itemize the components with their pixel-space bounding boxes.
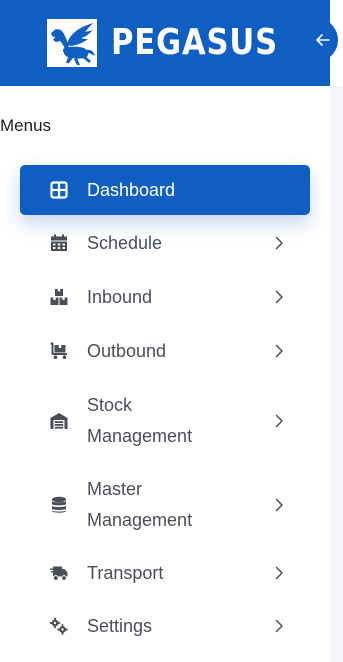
- sidebar-item-dashboard[interactable]: Dashboard: [20, 165, 310, 215]
- sidebar-item-label: Master: [87, 479, 143, 499]
- chevron-right-icon: [272, 498, 286, 512]
- boxes-icon: [50, 288, 68, 306]
- main-content-edge: [330, 86, 343, 662]
- database-icon: [50, 496, 68, 514]
- chevron-right-icon: [272, 619, 286, 633]
- cart-flatbed-icon: [50, 342, 68, 360]
- sidebar-item-label: Dashboard: [87, 180, 176, 200]
- arrow-left-icon: [316, 34, 330, 46]
- sidebar-item-label: Outbound: [87, 341, 167, 361]
- sidebar-item-transport[interactable]: Transport: [20, 558, 310, 588]
- dashboard-grid-icon: [50, 181, 68, 199]
- collapse-sidebar-button[interactable]: [306, 18, 338, 62]
- chevron-right-icon: [272, 236, 286, 250]
- pegasus-logo-icon: [47, 19, 97, 67]
- sidebar-item-label-line-2: Management: [87, 426, 193, 446]
- warehouse-icon: [50, 412, 68, 430]
- sidebar-item-label: Stock: [87, 395, 133, 415]
- sidebar-item-label: Transport: [87, 563, 164, 583]
- chevron-right-icon: [272, 290, 286, 304]
- sidebar-header: PEGASUS: [0, 0, 338, 86]
- sidebar-item-stock-management[interactable]: Stock Management: [20, 388, 310, 454]
- menus-section-title: Menus: [0, 116, 52, 135]
- sidebar-nav: Menus Dashboard Schedule Inbound Outboun…: [0, 86, 330, 662]
- gears-icon: [50, 617, 68, 635]
- sidebar-item-outbound[interactable]: Outbound: [20, 336, 310, 366]
- sidebar-item-master-management[interactable]: Master Management: [20, 472, 310, 538]
- brand-logo[interactable]: PEGASUS: [47, 18, 307, 68]
- sidebar-item-settings[interactable]: Settings: [20, 611, 310, 641]
- sidebar-item-label: Settings: [87, 616, 153, 636]
- sidebar-item-schedule[interactable]: Schedule: [20, 228, 310, 258]
- sidebar-item-inbound[interactable]: Inbound: [20, 282, 310, 312]
- app-page: PEGASUS Menus Dashboard Schedule Inbound…: [0, 0, 343, 662]
- brand-name: PEGASUS: [111, 22, 279, 63]
- sidebar-item-label: Schedule: [87, 233, 163, 253]
- calendar-icon: [50, 234, 68, 252]
- truck-fast-icon: [50, 564, 68, 582]
- chevron-right-icon: [272, 414, 286, 428]
- chevron-right-icon: [272, 344, 286, 358]
- sidebar-item-label: Inbound: [87, 287, 153, 307]
- chevron-right-icon: [272, 566, 286, 580]
- sidebar-item-label-line-2: Management: [87, 510, 193, 530]
